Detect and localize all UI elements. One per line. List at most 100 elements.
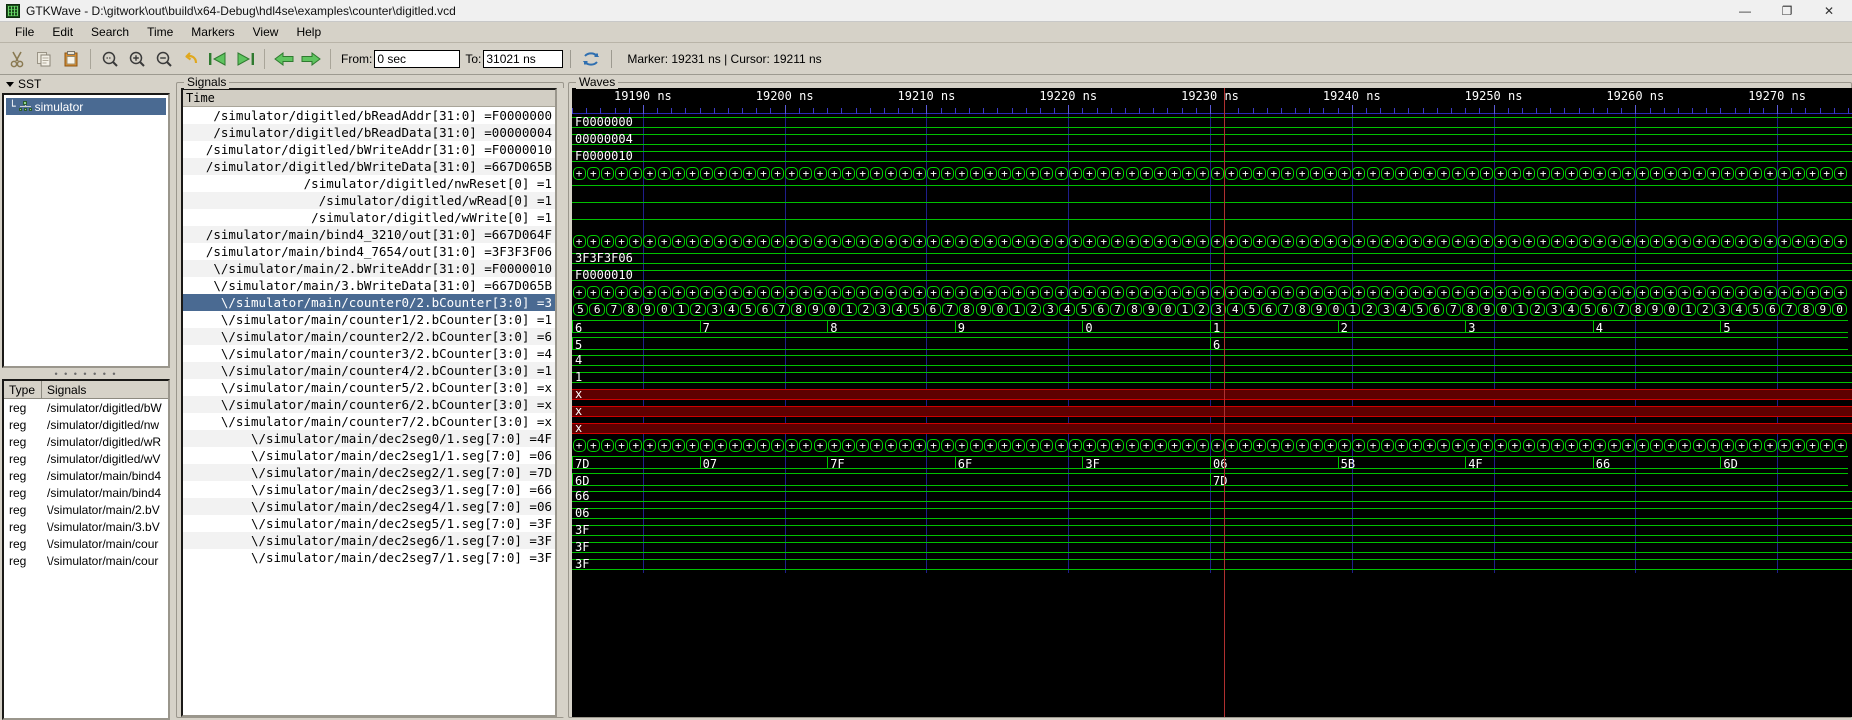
signal-row[interactable]: \/simulator/main/dec2seg0/1.seg[7:0] =4F [183,430,555,447]
signal-row[interactable]: \/simulator/main/dec2seg3/1.seg[7:0] =66 [183,481,555,498]
signal-row[interactable]: /simulator/digitled/bWriteAddr[31:0] =F0… [183,141,555,158]
waveform-row[interactable]: F0000000 [572,114,1852,131]
signal-row[interactable]: \/simulator/main/dec2seg1/1.seg[7:0] =06 [183,447,555,464]
table-row[interactable]: reg/simulator/digitled/wR [4,433,168,450]
chevron-down-icon[interactable] [6,81,14,87]
signal-row[interactable]: \/simulator/main/counter1/2.bCounter[3:0… [183,311,555,328]
table-row[interactable]: reg \/simulator/main/cour [4,552,168,569]
waveform-row[interactable]: + + + + + + + + + + + + + + + + + + + + + + + + + + + + + + + + + + + + + + + +… [572,437,1852,454]
waveform-row[interactable]: 06 [572,505,1852,522]
signals-vertical-scrollbar[interactable] [558,88,566,717]
waveform-row[interactable]: 6D 7D [572,471,1852,488]
sst-header[interactable]: SST [2,75,170,93]
signal-row[interactable]: \/simulator/main/counter4/2.bCounter[3:0… [183,362,555,379]
pane-resize-grip[interactable]: • • • • • • • [2,368,170,379]
waveform-row[interactable]: F0000010 [572,267,1852,284]
sst-tree-node-simulator[interactable]: └ simulator [6,98,166,115]
waveform-row[interactable]: 3F [572,556,1852,573]
table-row[interactable]: reg \/simulator/main/3.bV [4,518,168,535]
signal-row[interactable]: \/simulator/main/counter0/2.bCounter[3:0… [183,294,555,311]
signal-row[interactable]: /simulator/main/bind4_3210/out[31:0] =66… [183,226,555,243]
waveform-row[interactable]: + + + + + + + + + + + + + + + + + + + + + + + + + + + + + + + + + + + + + + + +… [572,165,1852,182]
zoom-undo-icon[interactable] [178,46,204,72]
signal-row[interactable]: \/simulator/main/dec2seg5/1.seg[7:0] =3F [183,515,555,532]
waveform-row[interactable]: x [572,403,1852,420]
waveform-row[interactable]: 5678901234567890123456789012345678901234… [572,301,1852,318]
marker-line[interactable] [1224,88,1226,717]
zoom-to-start-icon[interactable] [205,46,231,72]
waveform-row[interactable]: 3F3F3F06 [572,250,1852,267]
menu-time[interactable]: Time [138,23,182,41]
signal-row[interactable]: \/simulator/main/2.bWriteAddr[31:0] =F00… [183,260,555,277]
waveform-row[interactable]: 66 [572,488,1852,505]
menu-view[interactable]: View [244,23,288,41]
signal-row[interactable]: \/simulator/main/counter5/2.bCounter[3:0… [183,379,555,396]
menu-search[interactable]: Search [82,23,138,41]
waveform-row[interactable]: F0000010 [572,148,1852,165]
waveform-row[interactable]: 7D 07 7F 6F 3F 06 5B 4F 66 6D [572,454,1852,471]
signal-row[interactable]: \/simulator/main/dec2seg6/1.seg[7:0] =3F [183,532,555,549]
prev-edge-icon[interactable] [271,46,297,72]
waveform-row[interactable]: + + + + + + + + + + + + + + + + + + + + + + + + + + + + + + + + + + + + + + + +… [572,284,1852,301]
zoom-fit-icon[interactable] [97,46,123,72]
table-row[interactable]: reg \/simulator/main/cour [4,535,168,552]
zoom-out-icon[interactable] [151,46,177,72]
signal-row[interactable]: \/simulator/main/dec2seg7/1.seg[7:0] =3F [183,549,555,566]
signal-row[interactable]: \/simulator/main/counter3/2.bCounter[3:0… [183,345,555,362]
reload-icon[interactable] [578,46,604,72]
signal-row[interactable]: \/simulator/main/dec2seg2/1.seg[7:0] =7D [183,464,555,481]
waveform-row[interactable]: x [572,386,1852,403]
signal-row[interactable]: \/simulator/main/counter7/2.bCounter[3:0… [183,413,555,430]
column-header-type[interactable]: Type [4,381,42,398]
zoom-to-end-icon[interactable] [232,46,258,72]
waveform-row[interactable]: 3F [572,539,1852,556]
maximize-button[interactable]: ❐ [1766,0,1808,21]
signal-type-table[interactable]: Type Signals reg/simulator/digitled/bW re… [2,379,170,720]
paste-icon[interactable] [58,46,84,72]
menu-help[interactable]: Help [287,23,330,41]
waveform-row[interactable] [572,199,1852,216]
waveform-row[interactable]: 4 [572,352,1852,369]
table-row[interactable]: reg \/simulator/main/2.bV [4,501,168,518]
signal-row[interactable]: \/simulator/main/counter6/2.bCounter[3:0… [183,396,555,413]
time-column-header[interactable]: Time [183,90,555,107]
waveform-row[interactable]: 1 [572,369,1852,386]
signal-row[interactable]: /simulator/digitled/bReadAddr[31:0] =F00… [183,107,555,124]
close-button[interactable]: ✕ [1808,0,1850,21]
column-header-signals[interactable]: Signals [42,381,86,398]
sst-tree[interactable]: └ simulator [2,93,170,368]
to-input[interactable] [483,49,564,68]
table-row[interactable]: reg/simulator/main/bind4 [4,467,168,484]
signals-list[interactable]: Time /simulator/digitled/bReadAddr[31:0]… [181,88,557,717]
signal-row[interactable]: /simulator/digitled/wRead[0] =1 [183,192,555,209]
waveform-row[interactable]: 56 [572,335,1852,352]
signal-row[interactable]: \/simulator/main/3.bWriteData[31:0] =667… [183,277,555,294]
zoom-in-icon[interactable] [124,46,150,72]
signal-row[interactable]: /simulator/digitled/bWriteData[31:0] =66… [183,158,555,175]
menu-edit[interactable]: Edit [43,23,82,41]
waveform-canvas[interactable]: 19190 ns 19200 ns 19210 ns 19220 ns 19230 ns… [572,88,1852,717]
from-input[interactable] [374,49,461,68]
signal-row[interactable]: /simulator/digitled/bReadData[31:0] =000… [183,124,555,141]
copy-icon[interactable] [31,46,57,72]
waveform-row[interactable]: 3F [572,522,1852,539]
cut-icon[interactable] [4,46,30,72]
signal-row[interactable]: /simulator/main/bind4_7654/out[31:0] =3F… [183,243,555,260]
waveform-row[interactable]: x [572,420,1852,437]
signal-row[interactable]: \/simulator/main/counter2/2.bCounter[3:0… [183,328,555,345]
next-edge-icon[interactable] [298,46,324,72]
waveform-row[interactable] [572,216,1852,233]
menu-file[interactable]: File [6,23,43,41]
waveform-row[interactable]: 00000004 [572,131,1852,148]
signal-row[interactable]: \/simulator/main/dec2seg4/1.seg[7:0] =06 [183,498,555,515]
signal-row[interactable]: /simulator/digitled/wWrite[0] =1 [183,209,555,226]
minimize-button[interactable]: — [1724,0,1766,21]
time-ruler[interactable]: 19190 ns 19200 ns 19210 ns 19220 ns 19230 ns… [572,88,1852,105]
signal-row[interactable]: /simulator/digitled/nwReset[0] =1 [183,175,555,192]
waveform-row[interactable]: + + + + + + + + + + + + + + + + + + + + + + + + + + + + + + + + + + + + + + + +… [572,233,1852,250]
table-row[interactable]: reg/simulator/main/bind4 [4,484,168,501]
waveform-row[interactable] [572,182,1852,199]
waveform-row[interactable]: 6 7 8 9 0 1 2 3 4 5 [572,318,1852,335]
table-row[interactable]: reg/simulator/digitled/bW [4,399,168,416]
table-row[interactable]: reg/simulator/digitled/wV [4,450,168,467]
